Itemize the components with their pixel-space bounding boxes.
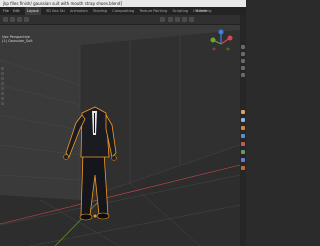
viewport-info: Use Perspective (1) Gaussian_Suit [2,35,33,43]
camera-icon[interactable] [241,66,245,70]
viewport-header [0,15,240,25]
tab-compositing[interactable]: Compositing [112,7,134,15]
modifier-icon[interactable] [241,134,245,138]
view-menu-button[interactable] [17,17,22,22]
orbit-icon[interactable] [241,59,245,63]
tab-shading[interactable]: Shading [93,7,107,15]
3d-viewport[interactable]: Use Perspective (1) Gaussian_Suit [0,25,240,246]
grid-icon[interactable] [241,73,245,77]
object-icon[interactable] [241,126,245,130]
y-axis-icon[interactable] [210,37,216,43]
neg-x-axis-icon[interactable] [212,47,216,51]
tab-animation[interactable]: Animation [70,7,88,15]
measure-tool-icon[interactable] [1,102,4,105]
toolbar-left [0,65,4,125]
scene-selector[interactable]: Scene [196,7,207,15]
object-label: (1) Gaussian_Suit [2,39,33,43]
x-axis-icon[interactable] [227,35,233,41]
select-menu-button[interactable] [24,17,29,22]
particles-icon[interactable] [241,142,245,146]
navigation-gizmo[interactable] [206,29,236,59]
physics-icon[interactable] [241,150,245,154]
top-menubar: File Edit Layout 3D Sea Ski Animation Sh… [0,7,246,15]
render-icon[interactable] [241,110,245,114]
select-tool-icon[interactable] [1,67,4,70]
editor-type-button[interactable] [3,17,8,22]
annotate-tool-icon[interactable] [1,97,4,100]
menu-edit[interactable]: Edit [13,7,20,15]
tab-scripting[interactable]: Scripting [172,7,188,15]
move-icon[interactable] [241,52,245,56]
window-titlebar: jkp files finish/ gaussian suit with mou… [0,0,246,7]
window-title: jkp files finish/ gaussian suit with mou… [3,1,122,6]
tab-layout[interactable]: Layout [24,7,41,15]
viewport-scene [0,25,240,246]
scale-tool-icon[interactable] [1,87,4,90]
tab-3d-sea-ski[interactable]: 3D Sea Ski [46,7,65,15]
shading-solid-button[interactable] [175,17,180,22]
tab-texture-painting[interactable]: Texture Painting [139,7,167,15]
shading-wire-button[interactable] [168,17,173,22]
cursor-tool-icon[interactable] [1,72,4,75]
z-axis-icon[interactable] [218,29,224,35]
shading-material-button[interactable] [182,17,187,22]
menu-file[interactable]: File [3,7,9,15]
properties-toolbar [240,15,246,246]
neg-y-axis-icon[interactable] [226,47,230,51]
shading-rendered-button[interactable] [189,17,194,22]
rotate-tool-icon[interactable] [1,82,4,85]
transform-tool-icon[interactable] [1,92,4,95]
overlay-button[interactable] [160,17,165,22]
data-icon[interactable] [241,166,245,170]
mode-selector[interactable] [10,17,15,22]
move-tool-icon[interactable] [1,77,4,80]
cursor-icon[interactable] [241,45,245,49]
constraint-icon[interactable] [241,158,245,162]
material-icon[interactable] [241,118,245,122]
